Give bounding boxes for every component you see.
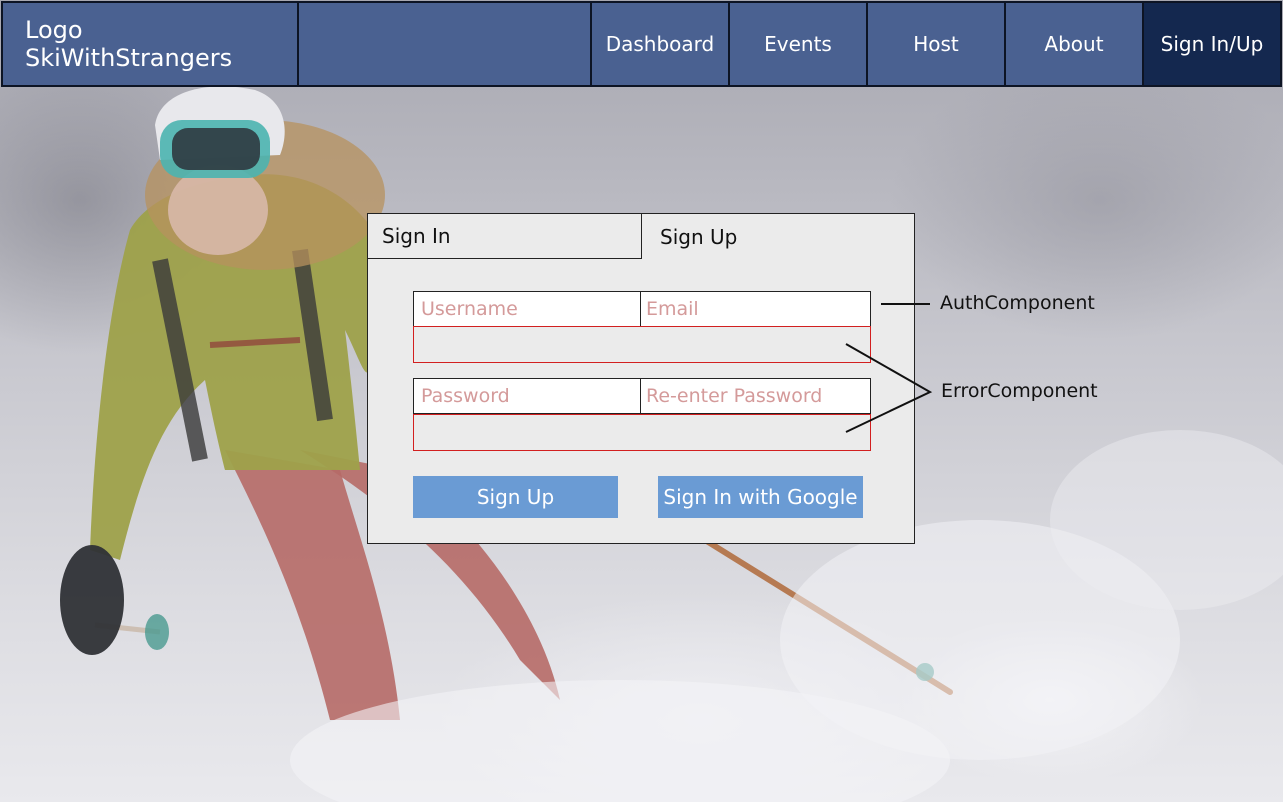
auth-component-label: AuthComponent [940,292,1095,314]
error-component-label: ErrorComponent [941,380,1098,402]
error-annotation-line [845,343,933,433]
